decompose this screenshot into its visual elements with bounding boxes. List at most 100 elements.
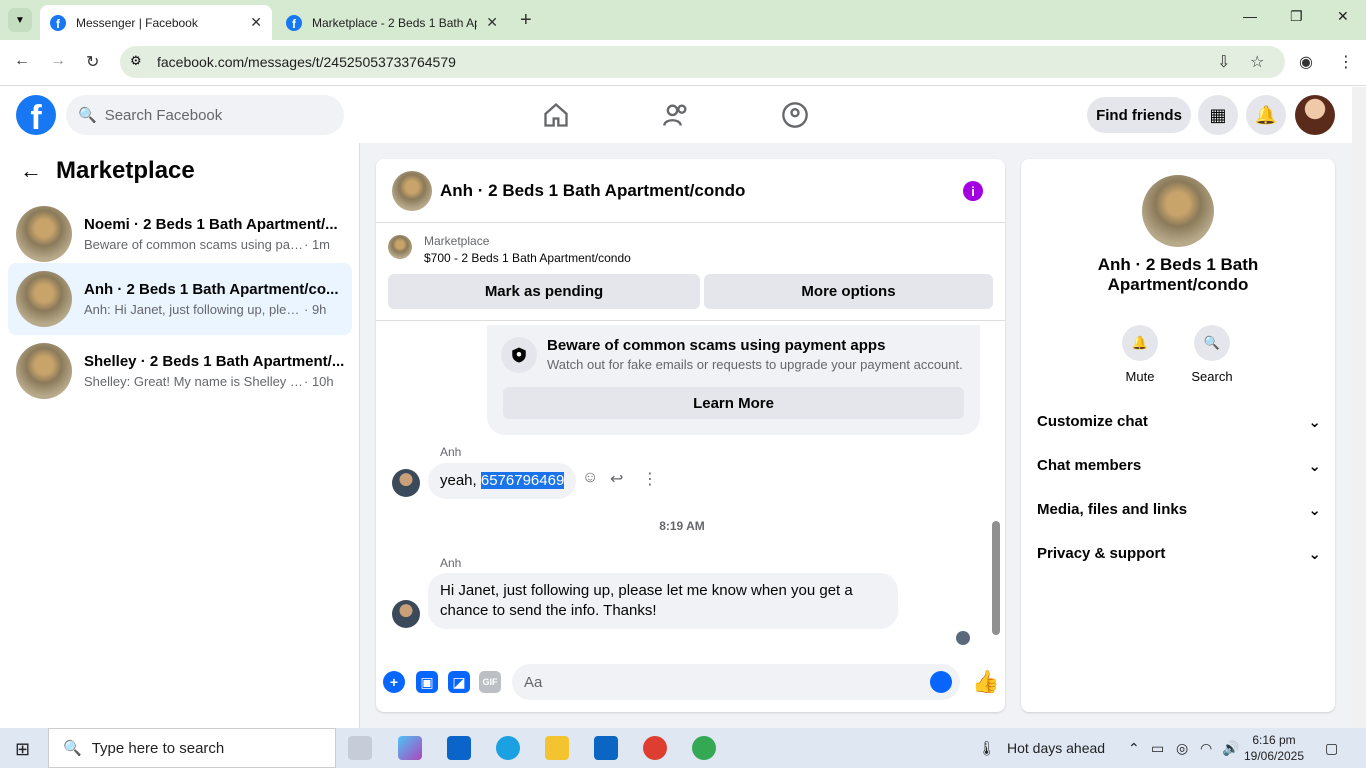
emoji-icon[interactable] (930, 671, 952, 693)
sender-avatar[interactable] (392, 469, 420, 497)
close-tab-icon[interactable]: ✕ (486, 14, 498, 31)
chrome-icon[interactable] (643, 736, 667, 760)
taskbar-clock[interactable]: 6:16 pm 19/06/2025 (1240, 732, 1308, 764)
learn-more-button[interactable]: Learn More (503, 387, 964, 419)
reload-button[interactable]: ↻ (86, 52, 99, 72)
message-timestamp: 8:19 AM (659, 519, 705, 533)
chrome-profile-icon[interactable] (692, 736, 716, 760)
mark-as-pending-button[interactable]: Mark as pending (388, 274, 700, 309)
edge-icon[interactable] (496, 736, 520, 760)
notification-center-icon[interactable]: ▢ (1325, 740, 1338, 757)
listing-thumbnail[interactable] (388, 235, 412, 259)
sticker-icon[interactable]: ◪ (448, 671, 470, 693)
install-app-icon[interactable]: ⇩ (1217, 52, 1230, 72)
linkedin-icon[interactable] (594, 736, 618, 760)
conversation-name: Noemi · 2 Beds 1 Bath Apartment/... (84, 216, 338, 233)
reply-icon[interactable]: ↩ (610, 469, 623, 489)
forward-button[interactable]: → (50, 52, 66, 70)
media-files-links-section[interactable]: Media, files and links ⌄ (1037, 501, 1321, 519)
restore-button[interactable]: ❐ (1290, 8, 1303, 25)
back-button[interactable]: ← (14, 52, 30, 70)
react-emoji-icon[interactable]: ☺ (582, 469, 598, 487)
new-tab-button[interactable]: + (520, 9, 532, 32)
message-bubble[interactable]: yeah, 6576796469 (428, 463, 577, 499)
conversation-item[interactable]: Anh · 2 Beds 1 Bath Apartment/co... Anh:… (8, 263, 352, 335)
conversation-item[interactable]: Noemi · 2 Beds 1 Bath Apartment/... Bewa… (8, 198, 352, 270)
thread-scrollbar[interactable] (990, 321, 1002, 651)
chat-title[interactable]: Anh · 2 Beds 1 Bath Apartment/condo (440, 181, 745, 201)
groups-icon[interactable] (781, 101, 809, 129)
minimize-button[interactable]: — (1243, 8, 1257, 24)
more-actions-icon[interactable]: ⋮ (642, 469, 658, 489)
bookmark-star-icon[interactable]: ☆ (1250, 52, 1264, 72)
message-input[interactable]: Aa (512, 664, 960, 700)
file-explorer-icon[interactable] (545, 736, 569, 760)
page-scrollbar[interactable] (1352, 87, 1366, 728)
chat-header: Anh · 2 Beds 1 Bath Apartment/condo i (376, 159, 1005, 223)
notifications-button[interactable]: 🔔 (1246, 95, 1286, 135)
search-icon: 🔍 (78, 107, 97, 124)
sender-avatar[interactable] (392, 600, 420, 628)
search-facebook-input[interactable]: 🔍 Search Facebook (66, 95, 344, 135)
tab-marketplace[interactable]: f Marketplace - 2 Beds 1 Bath Ap ✕ (276, 5, 508, 40)
home-icon[interactable] (542, 101, 570, 129)
copilot-icon[interactable] (398, 736, 422, 760)
scam-warning-card: Beware of common scams using payment app… (487, 325, 980, 435)
search-chat-button[interactable]: 🔍 Search (1187, 325, 1237, 384)
thumbs-up-icon[interactable]: 👍 (972, 669, 999, 695)
chat-thumbnail[interactable] (392, 170, 432, 211)
gif-icon[interactable]: GIF (479, 671, 501, 693)
search-icon: 🔍 (63, 740, 82, 757)
weather-icon[interactable]: 🌡 (978, 740, 996, 757)
mute-button[interactable]: 🔔 Mute (1115, 325, 1165, 384)
conversation-time: · 10h (304, 374, 334, 389)
profile-icon[interactable]: ◉ (1299, 52, 1313, 72)
tab-messenger[interactable]: f Messenger | Facebook ✕ (40, 5, 272, 40)
message-composer: + ▣ ◪ GIF Aa 👍 (376, 659, 1005, 709)
chat-profile-thumbnail[interactable] (1142, 175, 1214, 247)
menu-grid-button[interactable]: ▦ (1198, 95, 1238, 135)
battery-icon[interactable]: ▭ (1151, 740, 1164, 757)
wifi-icon[interactable]: ◠ (1200, 740, 1212, 757)
tab-list-dropdown-button[interactable]: ▼ (8, 8, 32, 32)
info-icon[interactable]: i (963, 181, 983, 201)
browser-tab-bar: ▼ f Messenger | Facebook ✕ f Marketplace… (0, 0, 1366, 40)
privacy-support-section[interactable]: Privacy & support ⌄ (1037, 545, 1321, 563)
weather-text[interactable]: Hot days ahead (1007, 740, 1105, 756)
outlook-icon[interactable] (447, 736, 471, 760)
chat-members-section[interactable]: Chat members ⌄ (1037, 457, 1321, 475)
back-arrow-icon[interactable]: ← (20, 158, 42, 184)
site-info-icon[interactable]: ⚙ (130, 53, 142, 69)
tab-title: Marketplace - 2 Beds 1 Bath Ap (312, 15, 477, 30)
omnibox[interactable]: ⚙ facebook.com/messages/t/24525053733764… (120, 46, 1285, 78)
photo-icon[interactable]: ▣ (416, 671, 438, 693)
url-text[interactable]: facebook.com/messages/t/2452505373376457… (157, 54, 456, 70)
task-view-icon[interactable] (348, 736, 372, 760)
clock-date: 19/06/2025 (1243, 749, 1305, 763)
friends-icon[interactable] (662, 101, 690, 129)
listing-title[interactable]: $700 - 2 Beds 1 Bath Apartment/condo (424, 251, 631, 265)
find-friends-button[interactable]: Find friends (1087, 97, 1191, 133)
close-window-button[interactable]: ✕ (1337, 8, 1349, 25)
webcam-icon[interactable]: ◎ (1176, 740, 1188, 757)
search-icon: 🔍 (1194, 325, 1230, 361)
windows-start-icon[interactable]: ⊞ (15, 739, 30, 760)
account-avatar[interactable] (1295, 95, 1335, 135)
taskbar-search-box[interactable]: 🔍 Type here to search (48, 728, 336, 768)
more-options-button[interactable]: More options (704, 274, 993, 309)
tab-title: Messenger | Facebook (76, 15, 198, 30)
conversation-item[interactable]: Shelley · 2 Beds 1 Bath Apartment/... Sh… (8, 335, 352, 407)
chevron-down-icon: ⌄ (1308, 502, 1321, 519)
marketplace-listing-bar: Marketplace $700 - 2 Beds 1 Bath Apartme… (376, 223, 1005, 321)
chevron-down-icon: ⌄ (1308, 458, 1321, 475)
message-bubble[interactable]: Hi Janet, just following up, please let … (428, 573, 898, 629)
facebook-logo-icon[interactable]: f (16, 95, 56, 135)
tray-chevron-icon[interactable]: ⌃ (1128, 740, 1140, 757)
plus-icon[interactable]: + (383, 671, 405, 693)
volume-icon[interactable]: 🔊 (1222, 740, 1239, 757)
customize-chat-section[interactable]: Customize chat ⌄ (1037, 413, 1321, 431)
listing-thumbnail (16, 343, 72, 399)
scrollbar-thumb[interactable] (992, 521, 1000, 635)
browser-menu-icon[interactable]: ⋮ (1338, 52, 1354, 72)
close-tab-icon[interactable]: ✕ (250, 14, 262, 31)
